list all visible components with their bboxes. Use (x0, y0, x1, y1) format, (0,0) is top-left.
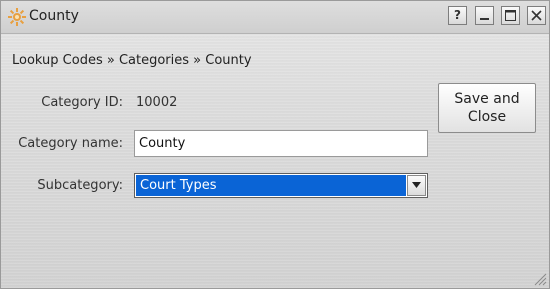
close-button[interactable] (527, 6, 546, 25)
category-name-label: Category name: (18, 136, 123, 151)
title-bar[interactable]: County ? (1, 1, 549, 34)
sun-gear-icon (7, 7, 27, 27)
save-and-close-button[interactable]: Save and Close (438, 83, 536, 133)
breadcrumb[interactable]: Lookup Codes » Categories » County (12, 53, 252, 68)
maximize-button[interactable] (501, 6, 520, 25)
subcategory-selected-value: Court Types (136, 175, 406, 196)
subcategory-label: Subcategory: (37, 178, 123, 193)
chevron-down-icon (412, 182, 421, 188)
category-name-input[interactable]: County (134, 130, 428, 157)
minimize-button[interactable] (475, 6, 494, 25)
category-id-label: Category ID: (41, 95, 123, 110)
help-icon: ? (454, 8, 461, 22)
dialog-window: County ? Lookup Codes » Categories » Cou… (0, 0, 550, 289)
category-id-value: 10002 (136, 95, 178, 110)
close-icon (531, 10, 542, 21)
minimize-icon (480, 18, 489, 20)
window-title: County (29, 8, 79, 24)
resize-grip-icon[interactable] (533, 272, 547, 286)
dropdown-button[interactable] (407, 175, 426, 196)
help-button[interactable]: ? (448, 6, 467, 25)
maximize-icon (505, 10, 516, 21)
subcategory-select[interactable]: Court Types (134, 173, 428, 198)
